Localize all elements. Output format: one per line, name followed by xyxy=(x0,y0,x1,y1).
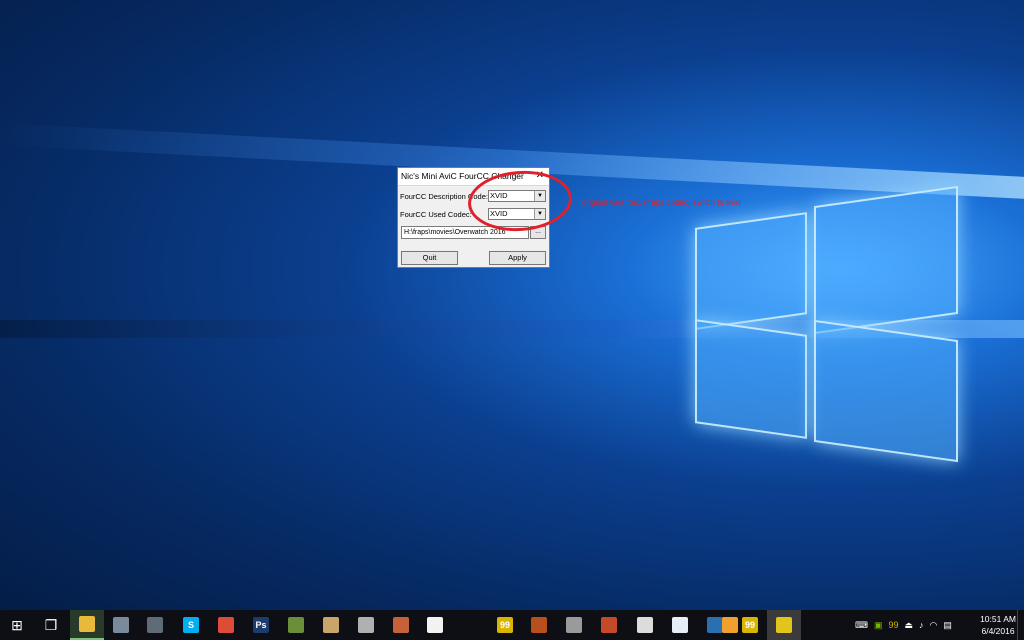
clock-date: 6/4/2016 xyxy=(981,626,1015,636)
app-document-icon xyxy=(427,617,443,633)
taskbar-app-cloud[interactable] xyxy=(663,610,697,640)
taskbar-app-film[interactable] xyxy=(138,610,172,640)
taskbar-app-minecraft[interactable] xyxy=(279,610,313,640)
wifi-icon[interactable]: ◠ xyxy=(930,620,938,631)
keyboard-icon[interactable]: ⌨ xyxy=(855,620,868,631)
taskbar-app-media[interactable] xyxy=(349,610,383,640)
taskbar-app-tools[interactable] xyxy=(592,610,626,640)
taskbar-nic-fourcc-changer[interactable] xyxy=(767,610,801,640)
taskbar-app-archive[interactable] xyxy=(384,610,418,640)
app-film-icon xyxy=(147,617,163,633)
speaker-icon[interactable]: ♪ xyxy=(919,620,924,630)
quit-button[interactable]: Quit xyxy=(401,251,458,265)
chrome-icon xyxy=(218,617,234,633)
clock-time: 10:51 AM xyxy=(980,614,1016,624)
nic-fourcc-changer-icon xyxy=(776,617,792,633)
skype-icon: S xyxy=(183,617,199,633)
taskbar-app-monitor[interactable] xyxy=(628,610,662,640)
wallpaper-window-pane xyxy=(695,212,807,330)
nvidia-icon[interactable]: ▣ xyxy=(874,620,883,631)
used-codec-label: FourCC Used Codec: xyxy=(400,210,472,219)
clock[interactable]: 10:51 AM 6/4/2016 xyxy=(980,613,1016,637)
taskbar: ⊞ ❐ S Ps 99 99 ⌨ ▣ 99 ⏏ ♪ ◠ ▤ 10:51 AM 6/4/2016 xyxy=(0,610,1024,640)
message-icon[interactable]: ▤ xyxy=(943,620,952,631)
usb-icon[interactable]: ⏏ xyxy=(905,620,914,631)
system-tray: ⌨ ▣ 99 ⏏ ♪ ◠ ▤ xyxy=(852,610,955,640)
fraps-2-icon: 99 xyxy=(742,617,758,633)
taskbar-app-sword[interactable] xyxy=(557,610,591,640)
fraps-tray-icon[interactable]: 99 xyxy=(889,620,899,630)
app-monitor-icon xyxy=(637,617,653,633)
app-minecraft-icon xyxy=(288,617,304,633)
taskbar-skype[interactable]: S xyxy=(174,610,208,640)
task-view-button-icon: ❐ xyxy=(43,616,59,633)
wallpaper-window-pane xyxy=(814,185,958,335)
taskbar-fraps-2[interactable]: 99 xyxy=(733,610,767,640)
app-cloud-icon xyxy=(672,617,688,633)
taskbar-task-view-button[interactable]: ❐ xyxy=(34,610,68,640)
start-button-icon: ⊞ xyxy=(9,617,25,633)
taskbar-app-printer[interactable] xyxy=(104,610,138,640)
photoshop-icon: Ps xyxy=(253,617,269,633)
wallpaper-window-pane xyxy=(695,319,807,439)
taskbar-app-document[interactable] xyxy=(418,610,452,640)
app-emblem-icon xyxy=(531,617,547,633)
taskbar-app-emblem[interactable] xyxy=(522,610,556,640)
annotation-text: original was fps1 (fraps codec) switch t… xyxy=(582,198,741,207)
file-explorer-icon xyxy=(79,616,95,632)
app-printer-icon xyxy=(113,617,129,633)
taskbar-chrome[interactable] xyxy=(209,610,243,640)
app-sword-icon xyxy=(566,617,582,633)
fraps-icon: 99 xyxy=(497,617,513,633)
show-desktop-button[interactable] xyxy=(1017,610,1024,640)
wallpaper-window-pane xyxy=(814,319,958,463)
app-paint-icon xyxy=(323,617,339,633)
taskbar-app-paint[interactable] xyxy=(314,610,348,640)
app-media-icon xyxy=(358,617,374,633)
taskbar-file-explorer[interactable] xyxy=(70,610,104,640)
taskbar-fraps[interactable]: 99 xyxy=(488,610,522,640)
app-archive-icon xyxy=(393,617,409,633)
taskbar-start-button[interactable]: ⊞ xyxy=(0,610,34,640)
taskbar-photoshop[interactable]: Ps xyxy=(244,610,278,640)
app-tools-icon xyxy=(601,617,617,633)
apply-button[interactable]: Apply xyxy=(489,251,546,265)
